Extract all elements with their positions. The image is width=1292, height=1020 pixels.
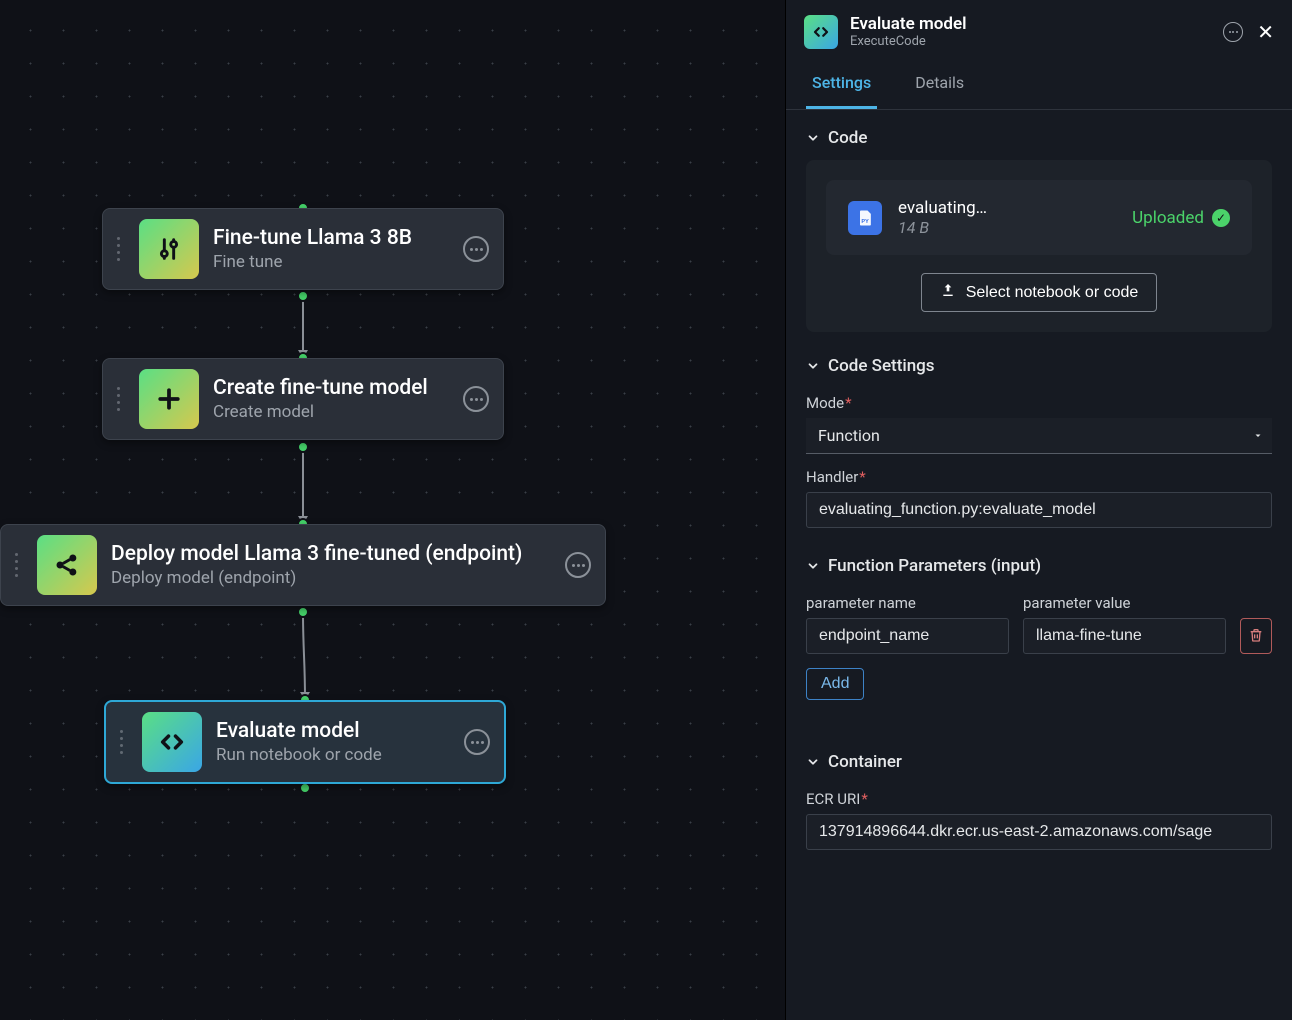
plus-icon <box>139 369 199 429</box>
select-notebook-button[interactable]: Select notebook or code <box>921 273 1158 312</box>
node-title: Evaluate model <box>216 719 382 743</box>
check-icon: ✓ <box>1212 209 1230 227</box>
section-container-label: Container <box>828 752 902 772</box>
file-name: evaluating_function.py <box>898 198 988 218</box>
properties-panel: Evaluate model ExecuteCode ✕ Settings De… <box>785 0 1292 1020</box>
section-container-header[interactable]: Container <box>806 752 1272 772</box>
handler-input[interactable] <box>806 492 1272 528</box>
node-subtitle: Deploy model (endpoint) <box>111 568 522 588</box>
node-fine-tune[interactable]: Fine-tune Llama 3 8B Fine tune <box>102 208 504 290</box>
node-title: Deploy model Llama 3 fine-tuned (endpoin… <box>111 542 522 566</box>
file-size: 14 B <box>898 218 988 237</box>
mode-label: Mode <box>806 394 1272 412</box>
uploaded-file-row[interactable]: PY evaluating_function.py 14 B Uploaded … <box>826 180 1252 255</box>
select-notebook-label: Select notebook or code <box>966 284 1139 302</box>
tab-settings[interactable]: Settings <box>806 59 877 109</box>
drag-handle-icon[interactable] <box>111 387 125 411</box>
node-more-button[interactable] <box>463 236 489 262</box>
node-create-model[interactable]: Create fine-tune model Create model <box>102 358 504 440</box>
panel-title: Evaluate model <box>850 14 967 34</box>
node-port[interactable] <box>297 441 309 453</box>
panel-more-button[interactable] <box>1223 22 1243 42</box>
ecr-uri-input[interactable] <box>806 814 1272 850</box>
python-file-icon: PY <box>848 201 882 235</box>
node-subtitle: Fine tune <box>213 252 412 272</box>
sliders-icon <box>139 219 199 279</box>
section-code-header[interactable]: Code <box>806 128 1272 148</box>
chevron-down-icon <box>806 131 820 145</box>
tab-details[interactable]: Details <box>909 59 970 109</box>
share-icon <box>37 535 97 595</box>
node-deploy-model[interactable]: Deploy model Llama 3 fine-tuned (endpoin… <box>0 524 606 606</box>
panel-tabs: Settings Details <box>786 59 1292 110</box>
upload-status: Uploaded ✓ <box>1132 208 1230 228</box>
mode-select[interactable]: Function <box>806 418 1272 454</box>
close-button[interactable]: ✕ <box>1257 22 1274 42</box>
handler-label: Handler <box>806 468 1272 486</box>
param-name-label: parameter name <box>806 594 1009 612</box>
drag-handle-icon[interactable] <box>111 237 125 261</box>
node-more-button[interactable] <box>565 552 591 578</box>
node-port[interactable] <box>297 606 309 618</box>
trash-icon <box>1248 627 1264 646</box>
add-param-button[interactable]: Add <box>806 668 864 700</box>
section-code-settings-label: Code Settings <box>828 356 935 376</box>
node-subtitle: Run notebook or code <box>216 745 382 765</box>
panel-subtitle: ExecuteCode <box>850 34 967 49</box>
section-function-params-label: Function Parameters (input) <box>828 556 1041 576</box>
drag-handle-icon[interactable] <box>114 730 128 754</box>
node-port[interactable] <box>297 290 309 302</box>
node-more-button[interactable] <box>464 729 490 755</box>
node-title: Create fine-tune model <box>213 376 428 400</box>
svg-text:PY: PY <box>861 219 869 225</box>
section-code-label: Code <box>828 128 867 148</box>
drag-handle-icon[interactable] <box>9 553 23 577</box>
node-subtitle: Create model <box>213 402 428 422</box>
upload-status-text: Uploaded <box>1132 208 1204 228</box>
code-icon <box>142 712 202 772</box>
upload-icon <box>940 282 956 303</box>
chevron-down-icon <box>806 559 820 573</box>
param-value-input[interactable] <box>1023 618 1226 654</box>
param-name-input[interactable] <box>806 618 1009 654</box>
node-title: Fine-tune Llama 3 8B <box>213 226 412 250</box>
code-icon <box>804 15 838 49</box>
chevron-down-icon <box>806 755 820 769</box>
ecr-uri-label: ECR URI <box>806 790 1272 808</box>
delete-param-button[interactable] <box>1240 618 1272 654</box>
chevron-down-icon <box>806 359 820 373</box>
pipeline-canvas[interactable]: Fine-tune Llama 3 8B Fine tune Create fi… <box>0 0 785 1020</box>
pipeline-wires <box>0 0 785 1020</box>
node-evaluate-model[interactable]: Evaluate model Run notebook or code <box>104 700 506 784</box>
param-value-label: parameter value <box>1023 594 1226 612</box>
panel-header: Evaluate model ExecuteCode ✕ <box>786 0 1292 59</box>
section-function-params-header[interactable]: Function Parameters (input) <box>806 556 1272 576</box>
node-more-button[interactable] <box>463 386 489 412</box>
section-code-settings-header[interactable]: Code Settings <box>806 356 1272 376</box>
code-card: PY evaluating_function.py 14 B Uploaded … <box>806 160 1272 332</box>
